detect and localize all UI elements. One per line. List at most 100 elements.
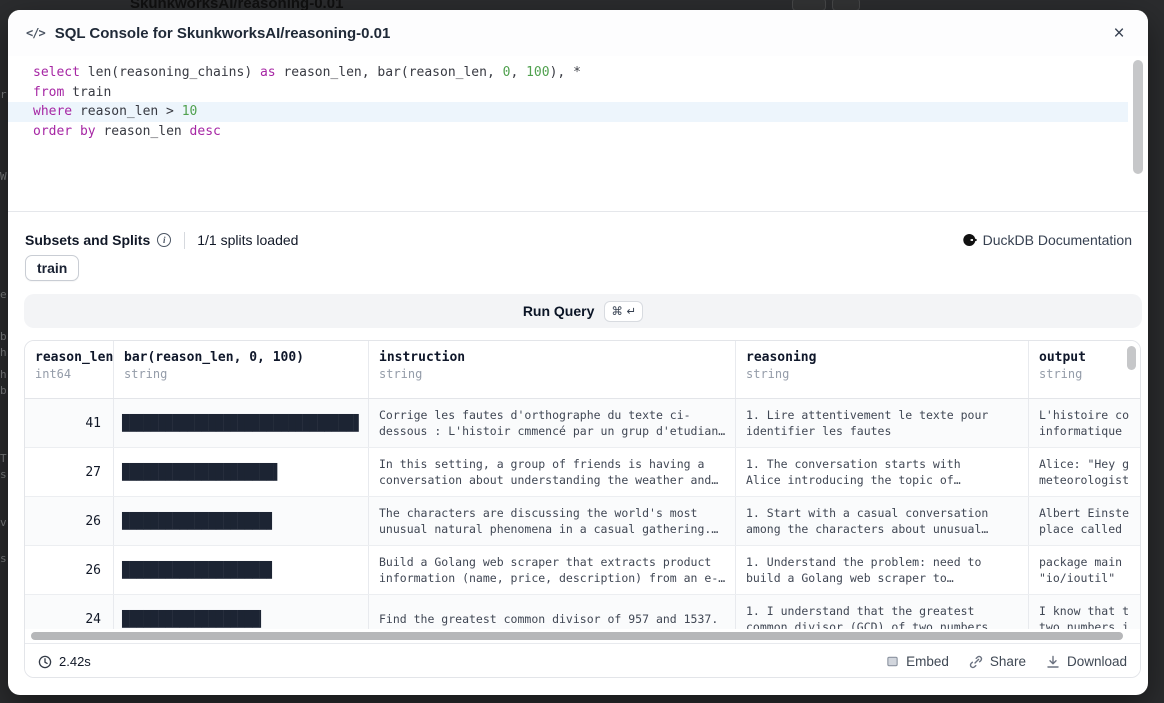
share-button[interactable]: Share [969,654,1026,669]
column-type: string [124,367,358,381]
cell-bar[interactable]: ████████████████████▊ [114,497,369,545]
run-query-button[interactable]: Run Query ⌘ ↵ [24,294,1142,328]
cell-text: Build a Golang web scraper that extracts… [369,554,735,586]
close-icon[interactable]: × [1106,21,1132,47]
cell-reasoning[interactable]: 1. I understand that the greatest common… [736,595,1029,629]
cell-output[interactable]: Albert Einste place called [1029,497,1141,545]
cell-reasoning[interactable]: 1. Lire attentivement le texte pour iden… [736,399,1029,447]
table-row: 24 ███████████████████▎ Find the greatest … [25,595,1141,629]
cell-text: The characters are discussing the world'… [369,505,735,537]
background-text-fragment: s [0,468,7,481]
cell-output[interactable]: package main "io/ioutil" [1029,546,1141,594]
background-text-fragment: b [0,384,7,397]
cell-reason-len[interactable]: 26 [25,546,114,594]
cell-instruction[interactable]: Corrige les fautes d'orthographe du text… [369,399,736,447]
cell-reason-len[interactable]: 24 [25,595,114,629]
dialog-title: SQL Console for SkunkworksAI/reasoning-0… [55,25,391,42]
column-type: int64 [35,367,103,381]
column-type: string [746,367,1018,381]
cell-text: 1. The conversation starts with Alice in… [736,456,998,488]
cell-text: 1. Lire attentivement le texte pour iden… [736,407,998,440]
cell-reason-len[interactable]: 26 [25,497,114,545]
table-row: 41████████████████████████████████▊Corri… [25,399,1141,448]
code-line: where reason_len > 10 [8,102,1128,122]
sql-console-dialog: </> SQL Console for SkunkworksAI/reasoni… [8,10,1148,695]
results-card: reason_len int64 bar(reason_len, 0, 100)st… [24,340,1141,678]
column-header-bar-reason-len-0-100-: bar(reason_len, 0, 100)string [114,341,369,398]
column-header-reasoning: reasoning string [736,341,1029,398]
cell-instruction[interactable]: The characters are discussing the world'… [369,497,736,545]
cell-instruction[interactable]: In this setting, a group of friends is h… [369,448,736,496]
table-scrollbar-track [25,629,1140,643]
cell-text: 1. Understand the problem: need to build… [736,554,998,586]
cell-text: 1. Start with a casual conversation amon… [736,505,998,537]
table-row: 26████████████████████▊The characters ar… [25,497,1141,546]
splits-status: 1/1 splits loaded [197,232,298,248]
embed-icon [886,655,899,668]
cell-text: Find the greatest common divisor of 957 … [369,611,722,627]
table-body: 41████████████████████████████████▊Corri… [25,399,1141,629]
divider [184,232,185,249]
editor-scrollbar[interactable] [1133,60,1143,174]
cell-output[interactable]: I know that t two numbers i [1029,595,1141,629]
table-row: 27 █████████████████████▌ In this setting,… [25,448,1141,497]
bar-glyph: █████████████████████▌ [122,463,281,481]
share-link-icon [969,655,983,669]
cell-output[interactable]: L'histoire co informatique [1029,399,1141,447]
column-type: string [379,367,725,381]
cell-text: L'histoire co informatique [1029,407,1133,439]
cell-output[interactable]: Alice: "Hey g meteorologist [1029,448,1141,496]
cell-reasoning[interactable]: 1. Understand the problem: need to build… [736,546,1029,594]
background-text-fragment: b [0,330,7,343]
embed-button[interactable]: Embed [886,654,949,669]
cell-text: package main "io/ioutil" [1029,554,1126,586]
cell-text: 1. I understand that the greatest common… [736,603,998,629]
cell-bar[interactable]: ████████████████████▊ [114,546,369,594]
table-horizontal-scrollbar[interactable] [31,632,1123,640]
cell-reason-len[interactable]: 27 [25,448,114,496]
code-line: from train [8,83,1148,103]
query-duration: 2.42s [38,654,91,669]
cell-instruction[interactable]: Build a Golang web scraper that extracts… [369,546,736,594]
table-header: reason_len int64 bar(reason_len, 0, 100)st… [25,341,1140,399]
cell-bar[interactable]: ███████████████████▎ [114,595,369,629]
info-icon[interactable]: i [157,233,171,247]
background-text-fragment: e [0,288,7,301]
code-line: order by reason_len desc [8,122,1148,142]
split-chip-train[interactable]: train [25,255,79,281]
background-text-fragment: T [0,452,7,465]
embed-label: Embed [906,654,949,669]
background-text-fragment: h [0,346,7,359]
run-query-label: Run Query [523,303,595,319]
cell-bar[interactable]: █████████████████████▌ [114,448,369,496]
sql-editor[interactable]: select len(reasoning_chains) as reason_l… [8,56,1148,212]
cell-bar[interactable]: ████████████████████████████████▊ [114,399,369,447]
background-text-fragment: r [0,88,7,101]
results-footer: 2.42s Embed Share [25,643,1140,678]
clock-icon [38,655,52,669]
cell-reason-len[interactable]: 41 [25,399,114,447]
download-button[interactable]: Download [1046,654,1127,669]
query-duration-value: 2.42s [59,654,91,669]
column-header-reason-len: reason_len int64 [25,341,114,398]
cell-text: Corrige les fautes d'orthographe du text… [369,407,735,439]
cell-text: Albert Einste place called [1029,505,1133,537]
column-name: reason_len [35,350,103,365]
duckdb-doc-link[interactable]: DuckDB Documentation [963,232,1132,248]
column-header-output: outputstring [1029,341,1141,398]
cell-reasoning[interactable]: 1. Start with a casual conversation amon… [736,497,1029,545]
cell-text: In this setting, a group of friends is h… [369,456,735,488]
background-text-fragment: W [0,170,7,183]
cell-reasoning[interactable]: 1. The conversation starts with Alice in… [736,448,1029,496]
column-name: instruction [379,350,725,365]
table-vertical-scrollbar[interactable] [1127,346,1136,370]
cell-instruction[interactable]: Find the greatest common divisor of 957 … [369,595,736,629]
code-icon: </> [26,26,45,40]
bar-glyph: ███████████████████▎ [122,610,267,628]
download-label: Download [1067,654,1127,669]
subsets-heading: Subsets and Splits [25,232,150,248]
column-type: string [1039,367,1141,381]
subsets-row: Subsets and Splits i 1/1 splits loaded D… [25,228,1132,252]
column-name: reasoning [746,350,1018,365]
bar-glyph: ████████████████████▊ [122,561,274,579]
